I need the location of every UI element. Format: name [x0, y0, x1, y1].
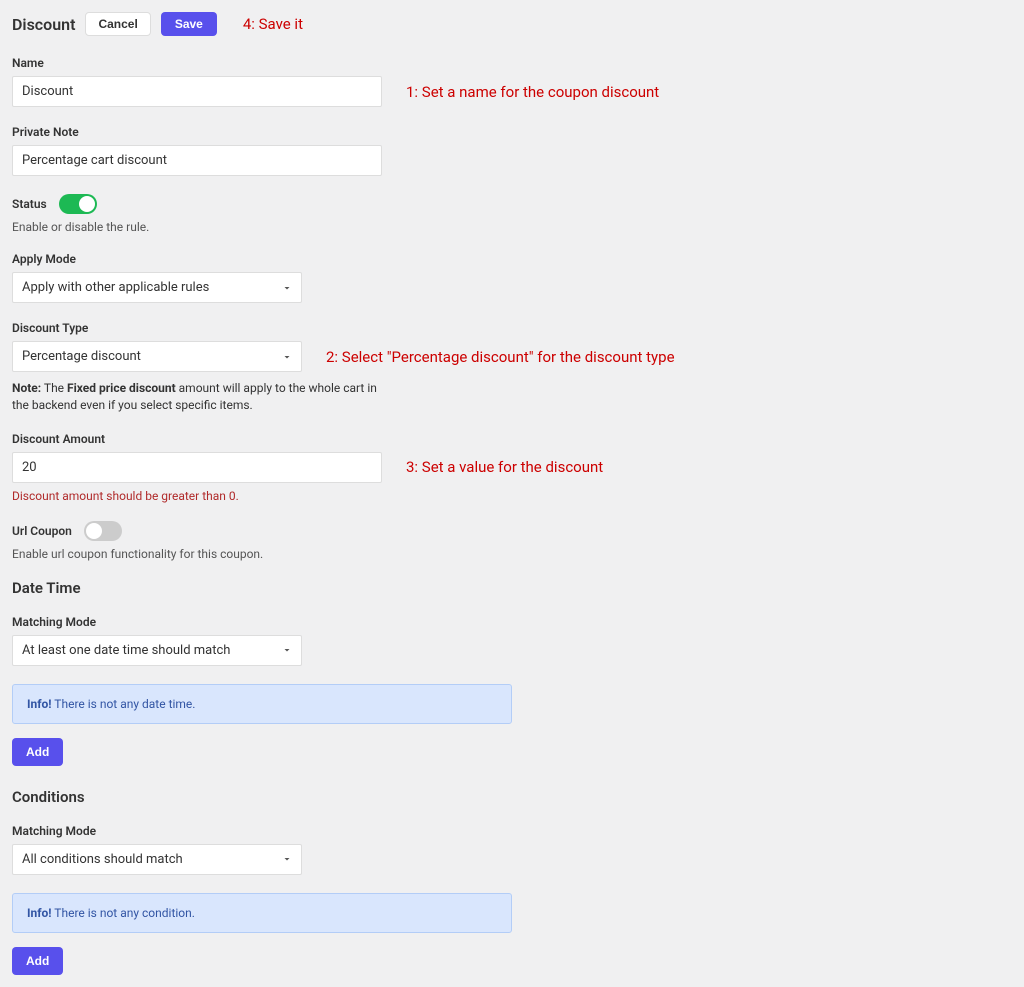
discount-amount-field: Discount Amount 3: Set a value for the d…: [12, 432, 1012, 503]
apply-mode-label: Apply Mode: [12, 252, 1012, 266]
discount-amount-hint: Discount amount should be greater than 0…: [12, 489, 1012, 503]
datetime-add-button[interactable]: Add: [12, 738, 63, 766]
toggle-knob-icon: [79, 196, 95, 212]
url-coupon-hint: Enable url coupon functionality for this…: [12, 547, 1012, 561]
conditions-info-box: Info! There is not any condition.: [12, 893, 512, 933]
apply-mode-field: Apply Mode Apply with other applicable r…: [12, 252, 1012, 303]
info-text: There is not any date time.: [52, 697, 196, 711]
discount-type-label: Discount Type: [12, 321, 1012, 335]
apply-mode-select[interactable]: Apply with other applicable rules: [12, 272, 302, 303]
note-prefix: Note:: [12, 381, 41, 395]
url-coupon-toggle[interactable]: [84, 521, 122, 541]
name-field: Name 1: Set a name for the coupon discou…: [12, 56, 1012, 107]
discount-amount-input[interactable]: [12, 452, 382, 483]
conditions-matching-select[interactable]: All conditions should match: [12, 844, 302, 875]
conditions-add-button[interactable]: Add: [12, 947, 63, 975]
url-coupon-field: Url Coupon Enable url coupon functionali…: [12, 521, 1012, 561]
conditions-matching-label: Matching Mode: [12, 824, 1012, 838]
annotation-4: 4: Save it: [243, 15, 303, 33]
annotation-1: 1: Set a name for the coupon discount: [406, 83, 659, 101]
page-title: Discount: [12, 15, 75, 34]
name-label: Name: [12, 56, 1012, 70]
conditions-matching-field: Matching Mode All conditions should matc…: [12, 824, 1012, 875]
name-input[interactable]: [12, 76, 382, 107]
save-button[interactable]: Save: [161, 12, 217, 36]
status-toggle[interactable]: [59, 194, 97, 214]
toggle-knob-icon: [86, 523, 102, 539]
datetime-info-box: Info! There is not any date time.: [12, 684, 512, 724]
info-strong: Info!: [27, 906, 52, 920]
discount-type-select[interactable]: Percentage discount: [12, 341, 302, 372]
datetime-matching-select[interactable]: At least one date time should match: [12, 635, 302, 666]
discount-type-field: Discount Type Percentage discount 2: Sel…: [12, 321, 1012, 414]
info-strong: Info!: [27, 697, 52, 711]
status-hint: Enable or disable the rule.: [12, 220, 1012, 234]
annotation-3: 3: Set a value for the discount: [406, 458, 603, 476]
private-note-field: Private Note: [12, 125, 1012, 176]
discount-type-note: Note: The Fixed price discount amount wi…: [12, 380, 382, 414]
note-before: The: [41, 381, 67, 395]
datetime-title: Date Time: [12, 579, 1012, 597]
info-text: There is not any condition.: [52, 906, 195, 920]
cancel-button[interactable]: Cancel: [85, 12, 150, 36]
private-note-label: Private Note: [12, 125, 1012, 139]
header-row: Discount Cancel Save 4: Save it: [12, 12, 1012, 36]
datetime-matching-label: Matching Mode: [12, 615, 1012, 629]
private-note-input[interactable]: [12, 145, 382, 176]
url-coupon-label: Url Coupon: [12, 524, 72, 538]
status-field: Status Enable or disable the rule.: [12, 194, 1012, 234]
annotation-2: 2: Select "Percentage discount" for the …: [326, 348, 675, 366]
datetime-matching-field: Matching Mode At least one date time sho…: [12, 615, 1012, 666]
note-strong: Fixed price discount: [67, 381, 176, 395]
discount-amount-label: Discount Amount: [12, 432, 1012, 446]
conditions-title: Conditions: [12, 788, 1012, 806]
status-label: Status: [12, 197, 47, 211]
